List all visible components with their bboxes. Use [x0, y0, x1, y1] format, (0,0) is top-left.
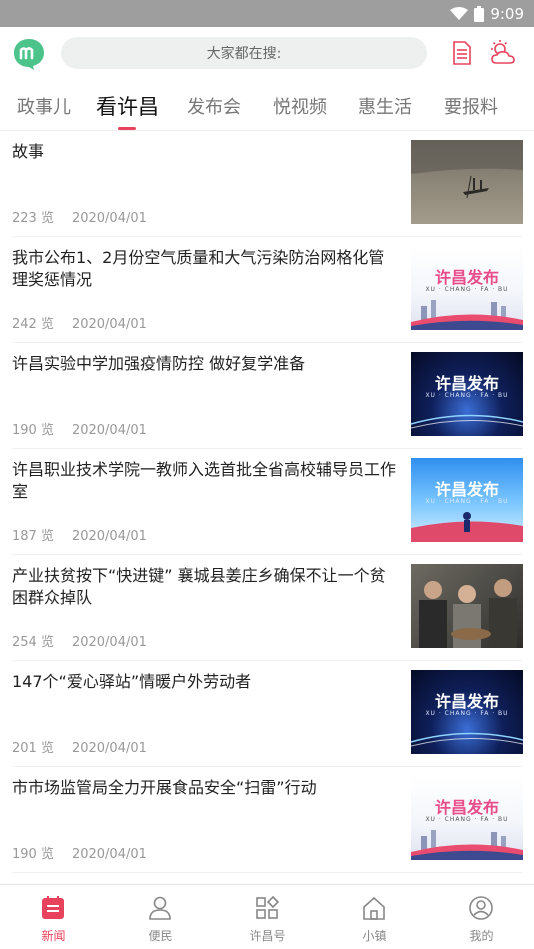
- news-thumbnail: 许昌发布 XU · CHANG · FA · BU: [411, 352, 523, 436]
- tab-video[interactable]: 悦视频: [273, 93, 327, 119]
- news-title: 许昌实验中学加强疫情防控 做好复学准备: [12, 354, 306, 373]
- wifi-icon: [450, 6, 469, 20]
- nav-label: 新闻: [41, 929, 66, 943]
- news-meta: 223 览 2020/04/01: [12, 207, 147, 226]
- publish-date: 2020/04/01: [71, 211, 147, 226]
- nav-xuchang-hao[interactable]: 许昌号: [214, 885, 321, 949]
- status-bar: 9:09: [0, 0, 534, 27]
- weather-icon[interactable]: [488, 39, 516, 67]
- publish-date: 2020/04/01: [71, 741, 147, 756]
- nav-mine[interactable]: 我的: [428, 885, 534, 949]
- publish-date: 2020/04/01: [71, 317, 147, 332]
- nav-convenience[interactable]: 便民: [107, 885, 214, 949]
- tab-press-conference[interactable]: 发布会: [187, 93, 241, 119]
- document-icon[interactable]: [447, 39, 475, 67]
- battery-icon: [474, 5, 485, 22]
- news-meta: 187 览 2020/04/01: [12, 525, 147, 544]
- status-time: 9:09: [490, 4, 524, 23]
- list-item[interactable]: 许昌职业技术学院一教师入选首批全省高校辅导员工作室 187 览 2020/04/0…: [12, 449, 523, 555]
- news-thumbnail: [411, 564, 523, 648]
- view-count: 223 览: [12, 211, 54, 226]
- news-title: 市市场监管局全力开展食品安全“扫雷”行动: [12, 778, 317, 797]
- list-item[interactable]: 我市公布1、2月份空气质量和大气污染防治网格化管理奖惩情况 242 览 2020/…: [12, 237, 523, 343]
- nav-news[interactable]: 新闻: [0, 885, 107, 949]
- news-list: 故事 223 览 2020/04/01 我市公布1、2月份空气质量和大气污染防治网…: [0, 131, 534, 873]
- tab-report[interactable]: 要报料: [444, 93, 498, 119]
- nav-label: 许昌号: [249, 929, 286, 943]
- view-count: 201 览: [12, 741, 54, 756]
- view-count: 187 览: [12, 529, 54, 544]
- person-icon: [149, 896, 171, 920]
- publish-date: 2020/04/01: [71, 529, 147, 544]
- news-title: 147个“爱心驿站”情暖户外劳动者: [12, 672, 252, 691]
- news-meta: 190 览 2020/04/01: [12, 419, 147, 438]
- publish-date: 2020/04/01: [71, 635, 147, 650]
- news-thumbnail: 许昌发布 XU · CHANG · FA · BU: [411, 670, 523, 754]
- profile-icon: [469, 896, 493, 920]
- list-item[interactable]: 147个“爱心驿站”情暖户外劳动者 201 览 2020/04/01 许昌发布 X…: [12, 661, 523, 767]
- nav-label: 我的: [469, 929, 494, 943]
- tab-life[interactable]: 惠生活: [358, 93, 412, 119]
- tab-politics[interactable]: 政事儿: [17, 93, 71, 119]
- news-title: 许昌职业技术学院一教师入选首批全省高校辅导员工作室: [12, 460, 397, 501]
- publish-date: 2020/04/01: [71, 847, 147, 862]
- search-placeholder: 大家都在搜:: [206, 46, 282, 62]
- list-item[interactable]: 市市场监管局全力开展食品安全“扫雷”行动 190 览 2020/04/01 许昌发…: [12, 767, 523, 873]
- home-icon: [363, 896, 385, 920]
- list-item[interactable]: 产业扶贫按下“快进键” 襄城县姜庄乡确保不让一个贫困群众掉队 254 览 2020…: [12, 555, 523, 661]
- view-count: 190 览: [12, 423, 54, 438]
- news-meta: 254 览 2020/04/01: [12, 631, 147, 650]
- nav-label: 便民: [148, 929, 173, 943]
- view-count: 254 览: [12, 635, 54, 650]
- news-title: 产业扶贫按下“快进键” 襄城县姜庄乡确保不让一个贫困群众掉队: [12, 566, 386, 607]
- news-title: 故事: [12, 142, 45, 161]
- view-count: 242 览: [12, 317, 54, 332]
- news-title: 我市公布1、2月份空气质量和大气污染防治网格化管理奖惩情况: [12, 248, 385, 289]
- news-meta: 242 览 2020/04/01: [12, 313, 147, 332]
- news-icon: [42, 896, 64, 919]
- news-meta: 201 览 2020/04/01: [12, 737, 147, 756]
- view-count: 190 览: [12, 847, 54, 862]
- top-bar: 大家都在搜:: [0, 27, 534, 79]
- nav-town[interactable]: 小镇: [321, 885, 428, 949]
- list-item[interactable]: 许昌实验中学加强疫情防控 做好复学准备 190 览 2020/04/01 许昌发布…: [12, 343, 523, 449]
- tab-kan-xuchang[interactable]: 看许昌: [96, 91, 159, 121]
- publish-date: 2020/04/01: [71, 423, 147, 438]
- news-thumbnail: 许昌发布 XU · CHANG · FA · BU: [411, 458, 523, 542]
- search-input[interactable]: 大家都在搜:: [61, 37, 427, 69]
- news-thumbnail: 许昌发布 XU · CHANG · FA · BU: [411, 246, 523, 330]
- category-tabs: 政事儿 看许昌 发布会 悦视频 惠生活 要报料: [0, 79, 534, 131]
- bottom-nav: 新闻 便民 许昌号 小镇 我的: [0, 884, 534, 949]
- list-item[interactable]: 故事 223 览 2020/04/01: [12, 131, 523, 237]
- news-meta: 190 览 2020/04/01: [12, 843, 147, 862]
- active-tab-indicator: [118, 127, 136, 130]
- app-logo-icon[interactable]: [12, 37, 46, 71]
- news-thumbnail: 许昌发布 XU · CHANG · FA · BU: [411, 776, 523, 860]
- apps-icon: [256, 895, 280, 919]
- news-thumbnail: [411, 140, 523, 224]
- nav-label: 小镇: [362, 929, 387, 943]
